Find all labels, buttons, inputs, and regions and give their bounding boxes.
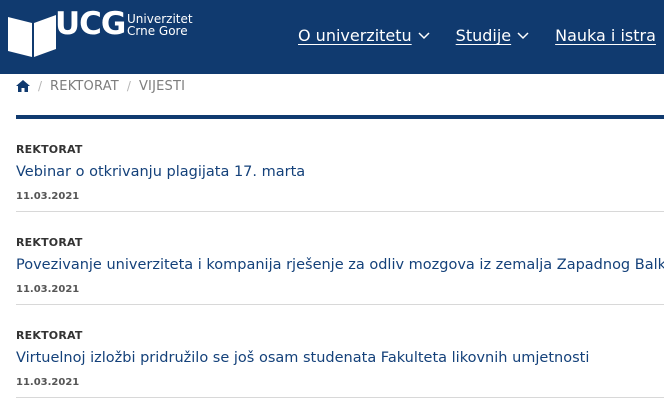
- news-category[interactable]: REKTORAT: [16, 143, 83, 156]
- news-category[interactable]: REKTORAT: [16, 329, 83, 342]
- chevron-down-icon: [418, 32, 430, 40]
- news-list: REKTORAT Vebinar o otkrivanju plagijata …: [16, 119, 664, 398]
- book-logo-icon: [8, 15, 56, 57]
- logo-abbreviation: UCG: [55, 6, 126, 42]
- news-item: REKTORAT Virtuelnoj izložbi pridružilo s…: [16, 305, 664, 398]
- news-date: 11.03.2021: [16, 191, 80, 202]
- nav-label: O univerzitetu: [298, 26, 412, 45]
- news-category[interactable]: REKTORAT: [16, 236, 83, 249]
- logo-university-name: Univerzitet Crne Gore: [127, 13, 217, 37]
- breadcrumb-separator: /: [126, 79, 131, 93]
- news-title-link[interactable]: Virtuelnoj izložbi pridružilo se još osa…: [16, 350, 589, 366]
- nav-item-o-univerzitetu[interactable]: O univerzitetu: [298, 25, 430, 47]
- breadcrumb-item-vijesti: VIJESTI: [138, 78, 186, 94]
- breadcrumb-item-rektorat[interactable]: REKTORAT: [50, 79, 119, 94]
- home-icon[interactable]: [16, 80, 30, 92]
- logo-name-line2: Crne Gore: [127, 24, 188, 38]
- news-item: REKTORAT Vebinar o otkrivanju plagijata …: [16, 119, 664, 212]
- chevron-down-icon: [517, 32, 529, 40]
- news-date: 11.03.2021: [16, 377, 80, 388]
- nav-label: Nauka i istra: [555, 26, 656, 45]
- nav-item-nauka[interactable]: Nauka i istra: [555, 25, 656, 47]
- news-title-link[interactable]: Vebinar o otkrivanju plagijata 17. marta: [16, 164, 305, 180]
- university-logo[interactable]: [6, 12, 58, 60]
- breadcrumb: / REKTORAT / VIJESTI: [16, 77, 185, 95]
- main-nav: O univerzitetu Studije Nauka i istra: [298, 25, 664, 47]
- news-date: 11.03.2021: [16, 284, 80, 295]
- nav-label: Studije: [455, 26, 512, 45]
- news-item: REKTORAT Povezivanje univerziteta i komp…: [16, 212, 664, 305]
- breadcrumb-separator: /: [38, 79, 43, 93]
- news-title-link[interactable]: Povezivanje univerziteta i kompanija rje…: [16, 257, 664, 273]
- site-header: UCG Univerzitet Crne Gore O univerzitetu…: [0, 0, 664, 74]
- nav-item-studije[interactable]: Studije: [456, 25, 529, 47]
